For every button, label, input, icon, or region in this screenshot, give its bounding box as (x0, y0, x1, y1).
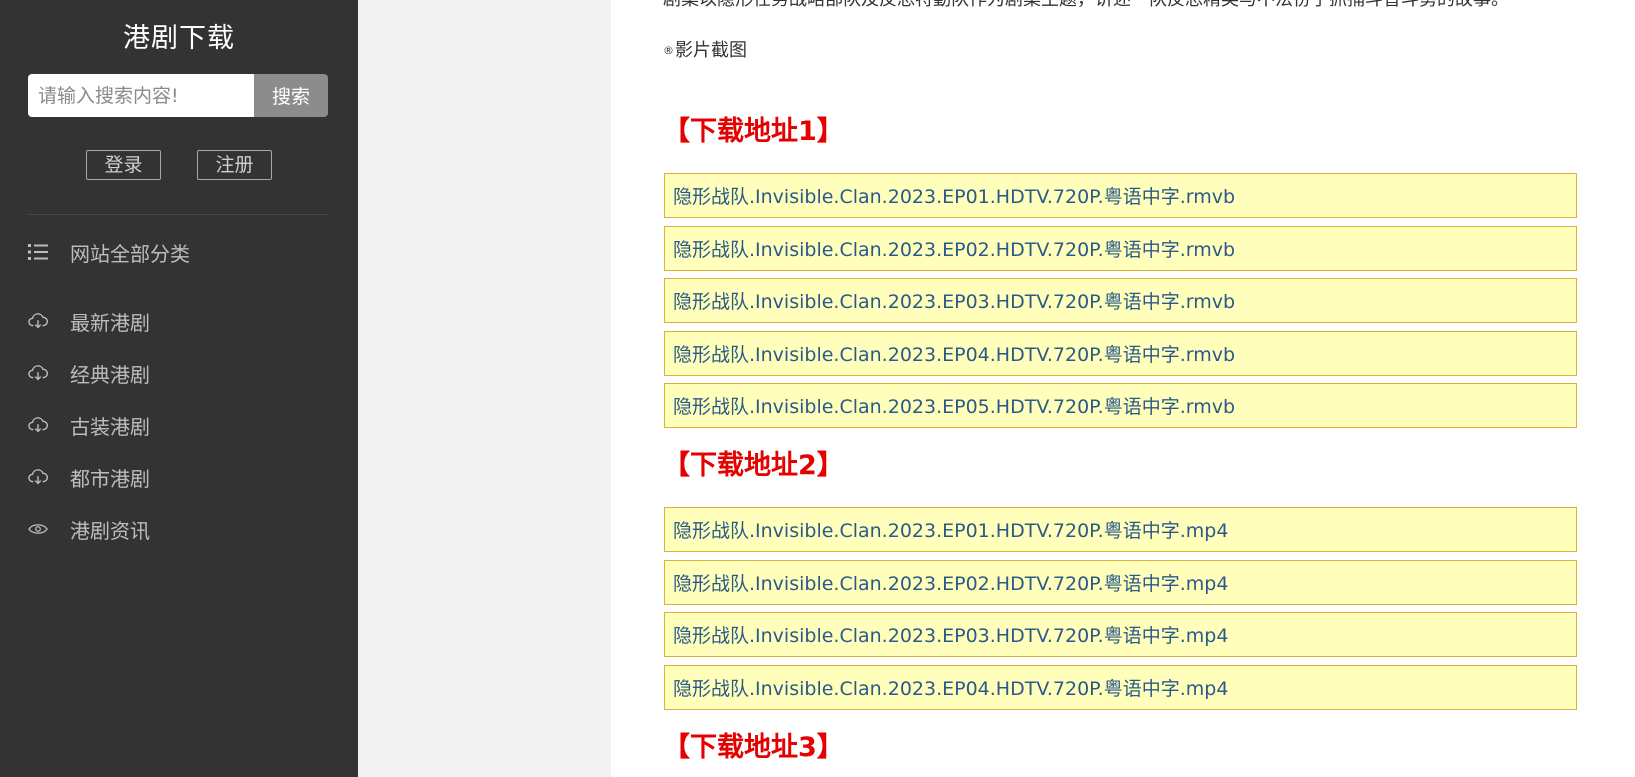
nav-item-classic[interactable]: 经典港剧 (28, 357, 150, 389)
search-input[interactable] (28, 74, 254, 117)
download-link[interactable]: 隐形战队.Invisible.Clan.2023.EP04.HDTV.720P.… (664, 665, 1577, 710)
download-link[interactable]: 隐形战队.Invisible.Clan.2023.EP02.HDTV.720P.… (664, 560, 1577, 605)
nav-item-label: 经典港剧 (70, 362, 150, 387)
nav-item-costume[interactable]: 古装港剧 (28, 409, 150, 441)
search-form: 搜索 (28, 74, 328, 117)
cloud-download-icon (28, 415, 48, 435)
sidebar: 港剧下载 搜索 登录 注册 网站全部分类 最新港剧 (0, 0, 358, 777)
download-link[interactable]: 隐形战队.Invisible.Clan.2023.EP03.HDTV.720P.… (664, 278, 1577, 323)
caption-mark: ® (663, 44, 674, 57)
auth-buttons: 登录 注册 (0, 150, 358, 180)
download-link[interactable]: 隐形战队.Invisible.Clan.2023.EP04.HDTV.720P.… (664, 331, 1577, 376)
nav-item-all-categories[interactable]: 网站全部分类 (28, 236, 190, 268)
nav-item-latest[interactable]: 最新港剧 (28, 305, 150, 337)
download-section-title: 【下载地址2】 (663, 450, 844, 481)
article-content: 剧集以隐形任务战略部队及反恐特勤队作为剧集主题，讲述一队反恐精英与不法份子抓捕斗… (611, 0, 1635, 777)
register-button[interactable]: 注册 (197, 150, 272, 180)
nav-item-label: 网站全部分类 (70, 241, 190, 266)
nav-item-urban[interactable]: 都市港剧 (28, 461, 150, 493)
nav-item-label: 港剧资讯 (70, 518, 150, 543)
nav-item-label: 最新港剧 (70, 310, 150, 335)
search-button[interactable]: 搜索 (254, 74, 328, 117)
image-caption: ®影片截图 (663, 38, 747, 64)
nav-item-label: 古装港剧 (70, 414, 150, 439)
cloud-download-icon (28, 467, 48, 487)
eye-icon (28, 519, 48, 539)
download-link[interactable]: 隐形战队.Invisible.Clan.2023.EP02.HDTV.720P.… (664, 226, 1577, 271)
download-section-title: 【下载地址1】 (663, 116, 844, 147)
download-link[interactable]: 隐形战队.Invisible.Clan.2023.EP01.HDTV.720P.… (664, 507, 1577, 552)
site-title[interactable]: 港剧下载 (0, 18, 358, 60)
list-icon (28, 242, 48, 262)
download-section-title: 【下载地址3】 (663, 732, 844, 763)
cloud-download-icon (28, 311, 48, 331)
cloud-download-icon (28, 363, 48, 383)
caption-text: 影片截图 (675, 40, 747, 61)
login-button[interactable]: 登录 (86, 150, 161, 180)
download-link[interactable]: 隐形战队.Invisible.Clan.2023.EP05.HDTV.720P.… (664, 383, 1577, 428)
nav-item-news[interactable]: 港剧资讯 (28, 513, 150, 545)
download-link[interactable]: 隐形战队.Invisible.Clan.2023.EP01.HDTV.720P.… (664, 173, 1577, 218)
sidebar-divider (28, 214, 328, 215)
download-link[interactable]: 隐形战队.Invisible.Clan.2023.EP03.HDTV.720P.… (664, 612, 1577, 657)
nav-item-label: 都市港剧 (70, 466, 150, 491)
article-paragraph: 剧集以隐形任务战略部队及反恐特勤队作为剧集主题，讲述一队反恐精英与不法份子抓捕斗… (663, 0, 1583, 12)
